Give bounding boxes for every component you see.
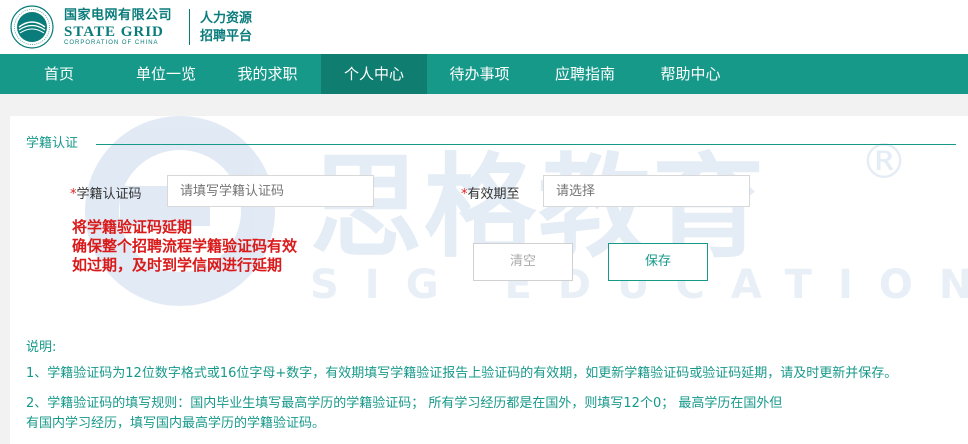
- brand-name-en: STATE GRID: [64, 24, 164, 40]
- expiry-label: *有效期至: [461, 183, 520, 202]
- brand-divider: [189, 9, 190, 45]
- watermark-reg-mark: ®: [860, 134, 908, 190]
- subsystem-title: 人力资源 招聘平台: [200, 10, 252, 46]
- site-header: 国家电网有限公司 STATE GRID CORPORATION OF CHINA…: [0, 0, 968, 54]
- student-code-input[interactable]: [167, 175, 374, 207]
- subsystem-title-line1: 人力资源: [200, 11, 253, 26]
- explain-title: 说明:: [26, 340, 57, 355]
- brand-name-cn: 国家电网有限公司: [64, 8, 173, 23]
- warning-line-3: 如过期，及时到学信网进行延期: [72, 256, 283, 274]
- save-button[interactable]: 保存: [608, 243, 708, 281]
- expiry-date-input[interactable]: [543, 175, 750, 207]
- section-title: 学籍认证: [26, 136, 79, 151]
- brand-block: 国家电网有限公司 STATE GRID CORPORATION OF CHINA: [64, 9, 172, 47]
- main-nav: 首页 单位一览 我的求职 个人中心 待办事项 应聘指南 帮助中心: [0, 54, 968, 94]
- extension-warning-note: 将学籍验证码延期 确保整个招聘流程学籍验证码有效 如过期，及时到学信网进行延期: [72, 218, 297, 275]
- clear-button[interactable]: 清空: [473, 243, 573, 281]
- warning-line-1: 将学籍验证码延期: [72, 218, 193, 236]
- nav-item-units[interactable]: 单位一览: [118, 54, 214, 94]
- nav-item-my-applications[interactable]: 我的求职: [214, 54, 321, 94]
- explain-item-2-line-1: 2、学籍验证码的填写规则：国内毕业生填写最高学历的学籍验证码； 所有学习经历都是…: [26, 396, 783, 411]
- warning-line-2: 确保整个招聘流程学籍验证码有效: [72, 237, 298, 255]
- expiry-label-text: 有效期至: [467, 187, 520, 202]
- state-grid-logo-icon[interactable]: [10, 5, 54, 49]
- nav-item-home[interactable]: 首页: [0, 54, 118, 94]
- nav-item-help[interactable]: 帮助中心: [638, 54, 743, 94]
- explain-item-2-line-2: 有国内学习经历，填写国内最高学历的学籍验证码。: [26, 416, 326, 431]
- section-legend: 学籍认证: [26, 132, 78, 151]
- brand-name-en-sub: CORPORATION OF CHINA: [64, 40, 159, 46]
- nav-item-guide[interactable]: 应聘指南: [532, 54, 638, 94]
- nav-item-todo[interactable]: 待办事项: [427, 54, 532, 94]
- student-status-panel: 思格教育 ® SIG EDUCATION 学籍认证 *学籍认证码 *有效期至 将…: [10, 116, 968, 444]
- code-label: *学籍认证码: [70, 183, 142, 202]
- code-label-text: 学籍认证码: [76, 187, 142, 202]
- nav-item-personal-center[interactable]: 个人中心: [321, 54, 427, 94]
- subsystem-title-line2: 招聘平台: [200, 29, 253, 44]
- explain-item-1: 1、学籍验证码为12位数字格式或16位字母+数字，有效期填写学籍验证报告上验证码…: [26, 366, 898, 381]
- section-divider: [96, 144, 956, 145]
